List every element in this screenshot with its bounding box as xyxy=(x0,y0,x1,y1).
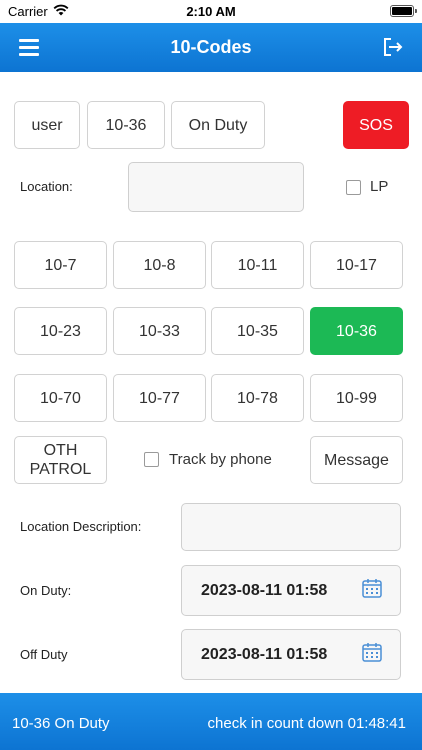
lp-label: LP xyxy=(370,178,389,195)
code-button-10-33[interactable]: 10-33 xyxy=(113,307,206,355)
on-duty-date-value: 2023-08-11 01:58 xyxy=(201,582,328,599)
code-button-10-78[interactable]: 10-78 xyxy=(211,374,304,422)
code-button-10-8[interactable]: 10-8 xyxy=(113,241,206,289)
on-duty-label: On Duty: xyxy=(20,583,72,598)
logout-icon[interactable] xyxy=(382,36,404,58)
location-input[interactable] xyxy=(128,162,304,212)
current-code-button[interactable]: 10-36 xyxy=(87,101,165,149)
code-button-10-36[interactable]: 10-36 xyxy=(310,307,403,355)
off-duty-date-field[interactable]: 2023-08-11 01:58 xyxy=(181,629,401,680)
track-by-phone-label: Track by phone xyxy=(169,451,272,468)
status-bar: Carrier 2:10 AM xyxy=(0,0,422,23)
footer-countdown: check in count down 01:48:41 xyxy=(207,715,406,732)
code-button-10-70[interactable]: 10-70 xyxy=(14,374,107,422)
lp-checkbox[interactable] xyxy=(346,180,361,195)
location-description-input[interactable] xyxy=(181,503,401,551)
oth-patrol-button[interactable]: OTH PATROL xyxy=(14,436,107,484)
location-description-label: Location Description: xyxy=(20,519,142,534)
battery-icon xyxy=(390,5,417,17)
code-button-10-17[interactable]: 10-17 xyxy=(310,241,403,289)
code-button-10-7[interactable]: 10-7 xyxy=(14,241,107,289)
navigation-bar: 10-Codes xyxy=(0,23,422,72)
duty-status-button[interactable]: On Duty xyxy=(171,101,265,149)
sos-button[interactable]: SOS xyxy=(343,101,409,149)
message-button[interactable]: Message xyxy=(310,436,403,484)
code-button-10-11[interactable]: 10-11 xyxy=(211,241,304,289)
clock: 2:10 AM xyxy=(186,4,236,19)
off-duty-date-value: 2023-08-11 01:58 xyxy=(201,646,328,663)
user-button[interactable]: user xyxy=(14,101,80,149)
footer-status: 10-36 On Duty xyxy=(12,715,110,732)
on-duty-date-field[interactable]: 2023-08-11 01:58 xyxy=(181,565,401,616)
status-footer: 10-36 On Duty check in count down 01:48:… xyxy=(0,693,422,750)
code-button-10-77[interactable]: 10-77 xyxy=(113,374,206,422)
code-button-10-35[interactable]: 10-35 xyxy=(211,307,304,355)
calendar-icon[interactable] xyxy=(361,577,383,599)
code-button-10-99[interactable]: 10-99 xyxy=(310,374,403,422)
track-by-phone-checkbox[interactable] xyxy=(144,452,159,467)
calendar-icon[interactable] xyxy=(361,641,383,663)
location-label: Location: xyxy=(20,179,73,194)
code-button-10-23[interactable]: 10-23 xyxy=(14,307,107,355)
off-duty-label: Off Duty xyxy=(20,647,68,662)
page-title: 10-Codes xyxy=(170,37,252,57)
